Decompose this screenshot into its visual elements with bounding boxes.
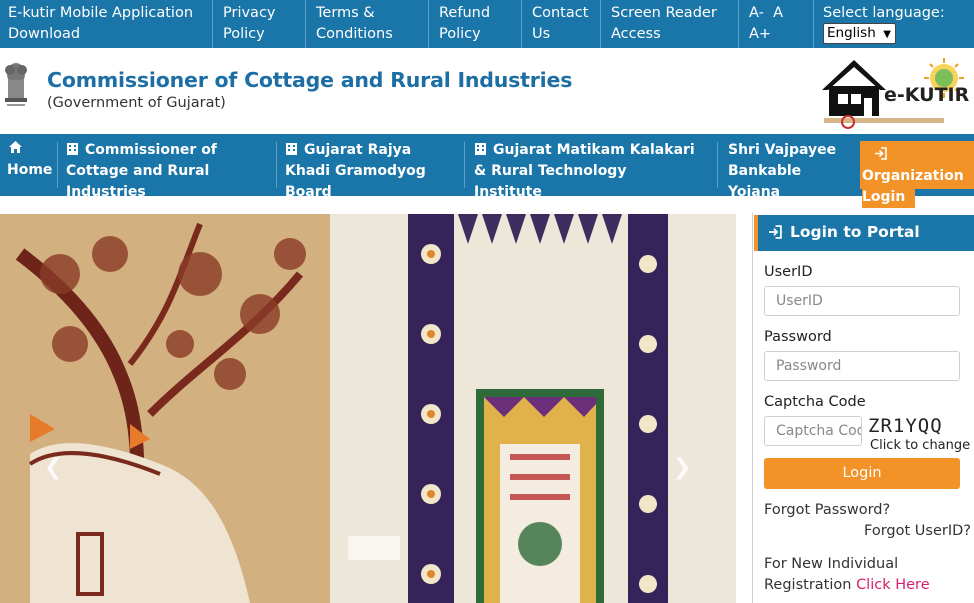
ekutir-logo[interactable]: e-KUTIR (818, 54, 974, 130)
language-select[interactable]: English ▼ (823, 23, 896, 44)
captcha-input[interactable]: Captcha Code (764, 416, 862, 446)
login-panel-title: Login to Portal (790, 223, 920, 241)
terms-label: Terms & Conditions (316, 5, 393, 42)
mobile-app-link[interactable]: E-kutir Mobile Application Download (0, 0, 213, 48)
building-icon (286, 143, 297, 155)
password-label: Password (764, 329, 832, 345)
screen-reader-label: Screen Reader Access (611, 5, 717, 42)
top-utility-bar: E-kutir Mobile Application Download Priv… (0, 0, 974, 48)
nav-item-matikam-kalakari[interactable]: Gujarat Matikam Kalakari & Rural Technol… (474, 140, 699, 203)
font-normal-button[interactable]: A (773, 5, 783, 21)
new-registration-text: For New Individual (764, 556, 899, 572)
contact-us-label: Contact Us (532, 5, 589, 42)
nav-item-matikam-kalakari-label: Gujarat Matikam Kalakari & Rural Technol… (474, 142, 695, 200)
font-size-controls: A- A A+ (739, 0, 814, 48)
ekutir-logo-text: e-KUTIR (884, 84, 970, 106)
org-login-label-2: Login (862, 187, 916, 208)
nav-item-khadi-board-label: Gujarat Rajya Khadi Gramodyog Board (285, 142, 426, 200)
contact-us-link[interactable]: Contact Us (522, 0, 601, 48)
image-carousel[interactable] (0, 214, 736, 603)
carousel-prev-button[interactable]: ❮ (44, 455, 62, 480)
forgot-userid-link[interactable]: Forgot UserID? (864, 523, 971, 539)
national-emblem-icon (5, 63, 27, 106)
nav-home[interactable]: Home (7, 140, 52, 181)
org-login-label-1: Organization (862, 168, 964, 184)
nav-item-vajpayee-yojana[interactable]: Shri Vajpayee Bankable Yojana (728, 140, 848, 203)
captcha-image[interactable]: ZR1YQQ (868, 415, 943, 437)
refund-policy-link[interactable]: Refund Policy (429, 0, 522, 48)
screen-reader-link[interactable]: Screen Reader Access (601, 0, 739, 48)
chevron-down-icon: ▼ (883, 29, 891, 40)
nav-home-label: Home (7, 162, 53, 178)
mobile-app-label: E-kutir Mobile Application Download (8, 5, 194, 42)
password-input[interactable]: Password (764, 351, 960, 381)
font-decrease-button[interactable]: A- (749, 5, 764, 21)
font-increase-button[interactable]: A+ (749, 26, 771, 42)
terms-link[interactable]: Terms & Conditions (306, 0, 429, 48)
captcha-label: Captcha Code (764, 394, 866, 410)
language-label: Select language: (823, 5, 945, 21)
site-title: Commissioner of Cottage and Rural Indust… (47, 68, 573, 92)
nav-item-commissioner-label: Commissioner of Cottage and Rural Indust… (66, 142, 217, 200)
login-panel-header: Login to Portal (754, 215, 974, 251)
userid-label: UserID (764, 264, 813, 280)
refund-policy-label: Refund Policy (439, 5, 491, 42)
main-navigation: Home Commissioner of Cottage and Rural I… (0, 134, 974, 200)
carousel-image (0, 214, 736, 603)
building-icon (475, 143, 486, 155)
sign-in-icon (875, 147, 887, 160)
forgot-password-link[interactable]: Forgot Password? (764, 502, 890, 518)
captcha-refresh-link[interactable]: Click to change (870, 438, 970, 453)
nav-item-commissioner[interactable]: Commissioner of Cottage and Rural Indust… (66, 140, 266, 203)
login-button[interactable]: Login (764, 458, 960, 489)
privacy-policy-label: Privacy Policy (223, 5, 276, 42)
organization-login-button[interactable]: Organization Login (860, 141, 974, 208)
language-selected-value: English (827, 25, 876, 41)
registration-label: Registration (764, 577, 852, 593)
nav-item-khadi-board[interactable]: Gujarat Rajya Khadi Gramodyog Board (285, 140, 455, 203)
carousel-next-button[interactable]: ❯ (673, 455, 691, 480)
sign-in-icon (769, 225, 782, 239)
site-subtitle: (Government of Gujarat) (47, 95, 226, 111)
privacy-policy-link[interactable]: Privacy Policy (213, 0, 306, 48)
new-registration-line: Registration Click Here (764, 577, 930, 593)
register-click-here-link[interactable]: Click Here (856, 577, 930, 593)
building-icon (67, 143, 78, 155)
home-icon (9, 141, 22, 153)
userid-input[interactable]: UserID (764, 286, 960, 316)
nav-item-vajpayee-yojana-label: Shri Vajpayee Bankable Yojana (728, 142, 837, 200)
